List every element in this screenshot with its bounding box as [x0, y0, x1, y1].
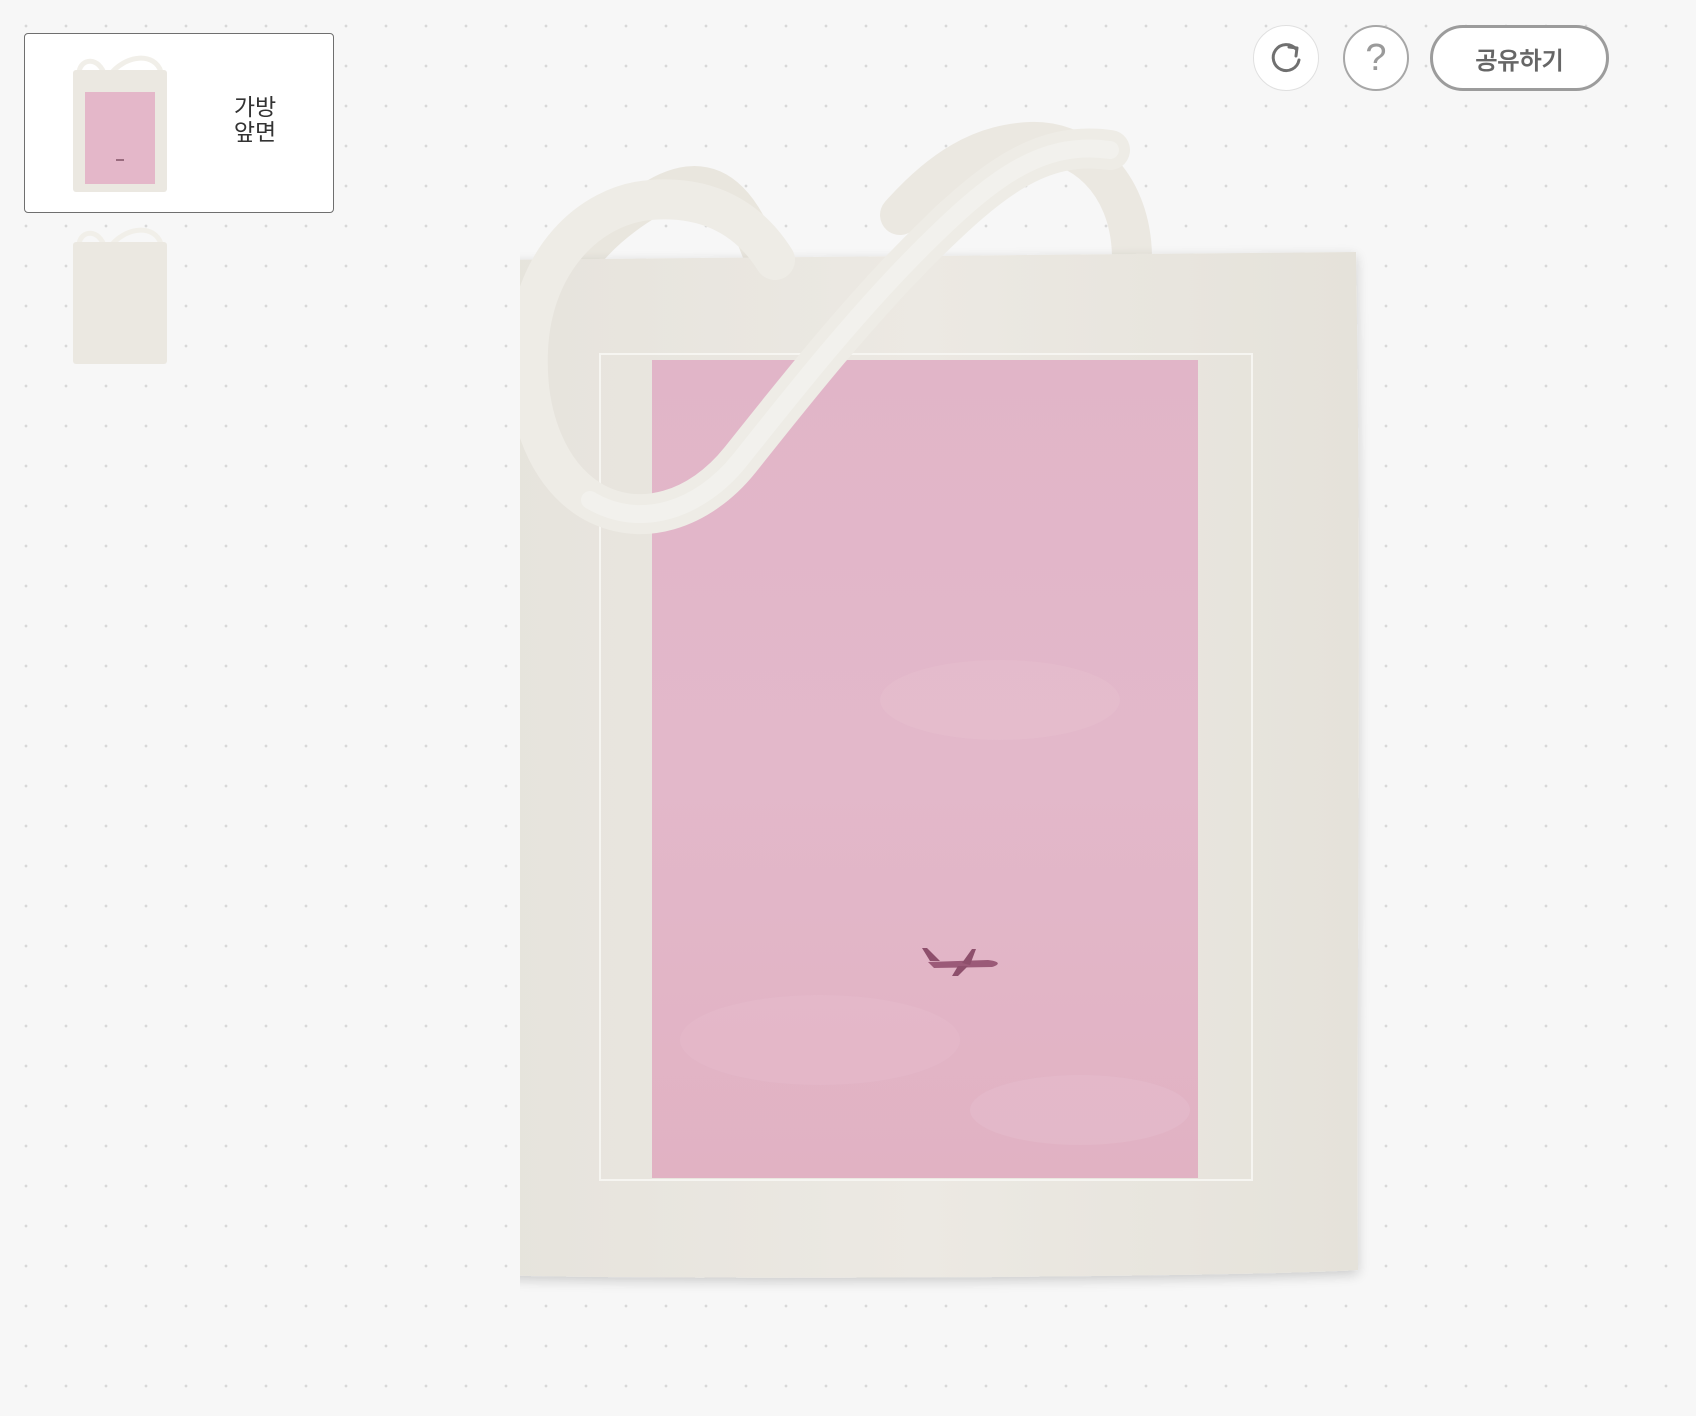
thumbnail-label-bag-front: 가방 앞면: [233, 95, 277, 146]
bag-front-thumbnail-image: [73, 55, 167, 192]
refresh-icon: [1271, 43, 1301, 73]
share-button[interactable]: 공유하기: [1430, 25, 1609, 91]
tote-bag-mockup: [520, 121, 1359, 1278]
refresh-button[interactable]: [1253, 25, 1319, 91]
thumbnail-bag-back[interactable]: [24, 225, 334, 365]
thumbnail-print-area: [85, 92, 155, 184]
help-icon: ?: [1365, 37, 1387, 79]
bag-back-thumbnail-image: [73, 227, 167, 364]
thumbnail-bag-front[interactable]: 가방 앞면: [24, 33, 334, 213]
product-preview: [520, 120, 1480, 1390]
preview-toolbar: ? 공유하기: [1253, 25, 1609, 91]
view-thumbnail-panel: 가방 앞면: [24, 33, 334, 365]
help-button[interactable]: ?: [1343, 25, 1409, 91]
